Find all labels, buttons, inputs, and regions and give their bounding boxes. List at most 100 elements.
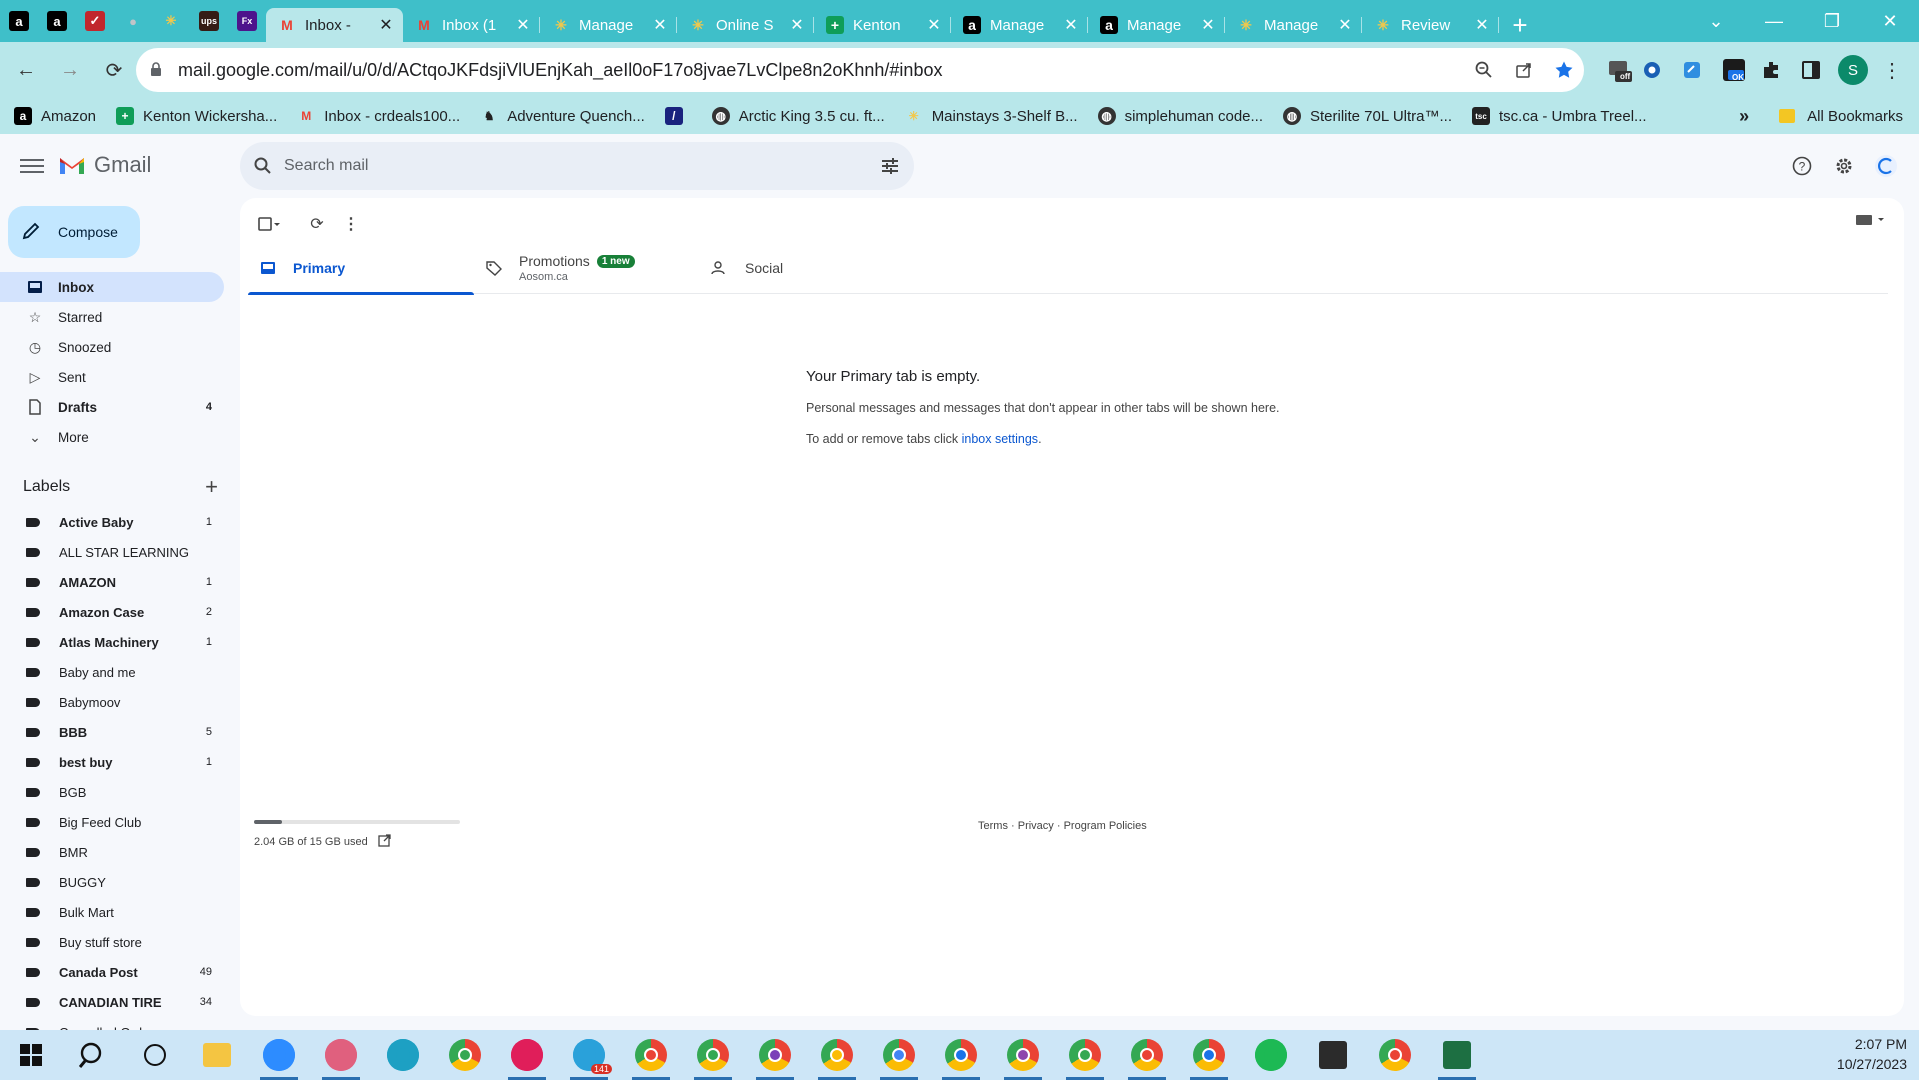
pinned-tab[interactable]: a <box>38 0 76 42</box>
tab-social[interactable]: Social <box>700 242 926 294</box>
bookmark-item[interactable]: M Inbox - crdeals100... <box>297 107 460 125</box>
taskbar-app[interactable] <box>434 1030 496 1080</box>
taskbar-app[interactable] <box>248 1030 310 1080</box>
url-text[interactable]: mail.google.com/mail/u/0/d/ACtqoJKFdsjiV… <box>178 60 1464 81</box>
browser-tab[interactable]: M Inbox - ✕ <box>266 8 403 42</box>
taskbar-app[interactable] <box>682 1030 744 1080</box>
nav-item-inbox[interactable]: Inbox <box>0 272 224 302</box>
extension-ok-icon[interactable]: OK <box>1720 56 1748 84</box>
program-policies-link[interactable]: Program Policies <box>1064 820 1147 832</box>
extension-link-icon[interactable] <box>1678 56 1706 84</box>
forward-button[interactable]: → <box>52 52 88 88</box>
search-icon[interactable] <box>254 157 272 175</box>
close-tab-icon[interactable]: ✕ <box>1473 15 1491 35</box>
pinned-tab[interactable]: ✳ <box>152 0 190 42</box>
close-tab-icon[interactable]: ✕ <box>788 15 806 35</box>
minimize-button[interactable]: — <box>1745 0 1803 42</box>
label-item[interactable]: Big Feed Club <box>0 807 224 837</box>
open-external-icon[interactable] <box>378 834 391 850</box>
close-tab-icon[interactable]: ✕ <box>1062 15 1080 35</box>
address-bar[interactable]: mail.google.com/mail/u/0/d/ACtqoJKFdsjiV… <box>136 48 1584 92</box>
taskbar-app[interactable] <box>0 1030 62 1080</box>
close-tab-icon[interactable]: ✕ <box>514 15 532 35</box>
close-tab-icon[interactable]: ✕ <box>1199 15 1217 35</box>
taskbar-app[interactable] <box>1054 1030 1116 1080</box>
extensions-puzzle-icon[interactable] <box>1758 56 1786 84</box>
label-item[interactable]: Bulk Mart <box>0 897 224 927</box>
bookmark-item[interactable]: ◍ Arctic King 3.5 cu. ft... <box>711 107 885 125</box>
search-input[interactable]: Search mail <box>284 157 866 175</box>
input-tools-toggle[interactable] <box>1856 214 1886 226</box>
compose-button[interactable]: Compose <box>8 206 140 258</box>
extension-puzzle-blue-icon[interactable] <box>1638 56 1666 84</box>
main-menu-icon[interactable] <box>20 156 44 176</box>
taskbar-app[interactable]: 141 <box>558 1030 620 1080</box>
taskbar-app[interactable] <box>620 1030 682 1080</box>
taskbar-app[interactable] <box>868 1030 930 1080</box>
taskbar-app[interactable] <box>1364 1030 1426 1080</box>
search-bar[interactable]: Search mail <box>240 142 914 190</box>
taskbar-app[interactable] <box>744 1030 806 1080</box>
browser-tab[interactable]: M Inbox (1 ✕ <box>403 8 540 42</box>
tab-promotions[interactable]: Promotions 1 new Aosom.ca <box>474 242 700 294</box>
pinned-tab[interactable]: ● <box>114 0 152 42</box>
taskbar-app[interactable] <box>1302 1030 1364 1080</box>
close-tab-icon[interactable]: ✕ <box>925 15 943 35</box>
label-item[interactable]: BBB 5 <box>0 717 224 747</box>
create-label-icon[interactable]: + <box>205 474 218 500</box>
privacy-link[interactable]: Privacy <box>1018 820 1054 832</box>
label-item[interactable]: Baby and me <box>0 657 224 687</box>
bookmark-item[interactable]: tsc tsc.ca - Umbra Treel... <box>1472 107 1647 125</box>
nav-item-drafts[interactable]: Drafts 4 <box>0 392 224 422</box>
label-item[interactable]: AMAZON 1 <box>0 567 224 597</box>
label-item[interactable]: Canada Post 49 <box>0 957 224 987</box>
close-tab-icon[interactable]: ✕ <box>651 15 669 35</box>
help-icon[interactable]: ? <box>1781 148 1823 184</box>
browser-tab[interactable]: a Manage ✕ <box>1088 8 1225 42</box>
bookmark-item[interactable]: / <box>664 107 692 125</box>
keyboard-icon[interactable] <box>1856 214 1886 226</box>
profile-avatar[interactable]: S <box>1838 55 1868 85</box>
label-item[interactable]: best buy 1 <box>0 747 224 777</box>
zoom-icon[interactable] <box>1464 61 1504 79</box>
label-item[interactable]: BMR <box>0 837 224 867</box>
label-item[interactable]: BGB <box>0 777 224 807</box>
label-item[interactable]: Babymoov <box>0 687 224 717</box>
tab-search-icon[interactable]: ⌄ <box>1687 0 1745 42</box>
taskbar-app[interactable] <box>1178 1030 1240 1080</box>
taskbar-app[interactable] <box>62 1030 124 1080</box>
back-button[interactable]: ← <box>8 52 44 88</box>
terms-link[interactable]: Terms <box>978 820 1008 832</box>
bookmark-item[interactable]: + Kenton Wickersha... <box>116 107 277 125</box>
select-checkbox[interactable] <box>252 207 286 241</box>
browser-tab[interactable]: ✳ Review ✕ <box>1362 8 1499 42</box>
browser-tab[interactable]: ✳ Online S ✕ <box>677 8 814 42</box>
tab-primary[interactable]: Primary <box>248 242 474 295</box>
bookmark-item[interactable]: ♞ Adventure Quench... <box>480 107 645 125</box>
taskbar-app[interactable] <box>186 1030 248 1080</box>
pinned-tab[interactable]: ups <box>190 0 228 42</box>
share-icon[interactable] <box>1504 61 1544 79</box>
nav-item-snoozed[interactable]: ◷ Snoozed <box>0 332 224 362</box>
nav-item-starred[interactable]: ☆ Starred <box>0 302 224 332</box>
pinned-tab[interactable]: ✓ <box>76 0 114 42</box>
taskbar-app[interactable] <box>806 1030 868 1080</box>
gmail-logo[interactable]: Gmail <box>58 152 151 178</box>
extension-off-icon[interactable]: off <box>1606 56 1634 84</box>
browser-tab[interactable]: + Kenton ✕ <box>814 8 951 42</box>
label-item[interactable]: Cancelled Order <box>0 1017 224 1030</box>
label-item[interactable]: Active Baby 1 <box>0 507 224 537</box>
label-item[interactable]: ALL STAR LEARNING <box>0 537 224 567</box>
close-tab-icon[interactable]: ✕ <box>1336 15 1354 35</box>
taskbar-app[interactable] <box>1116 1030 1178 1080</box>
all-bookmarks-button[interactable]: All Bookmarks <box>1807 108 1903 125</box>
close-tab-icon[interactable]: ✕ <box>377 15 395 35</box>
label-item[interactable]: CANADIAN TIRE 34 <box>0 987 224 1017</box>
new-tab-button[interactable]: + <box>1499 8 1541 42</box>
search-options-icon[interactable] <box>866 158 914 174</box>
nav-item-sent[interactable]: ▷ Sent <box>0 362 224 392</box>
more-options-icon[interactable]: ⋮ <box>334 207 368 241</box>
bookmark-item[interactable]: ◍ Sterilite 70L Ultra™... <box>1283 107 1452 125</box>
system-clock[interactable]: 2:07 PM 10/27/2023 <box>1837 1034 1907 1074</box>
label-item[interactable]: BUGGY <box>0 867 224 897</box>
